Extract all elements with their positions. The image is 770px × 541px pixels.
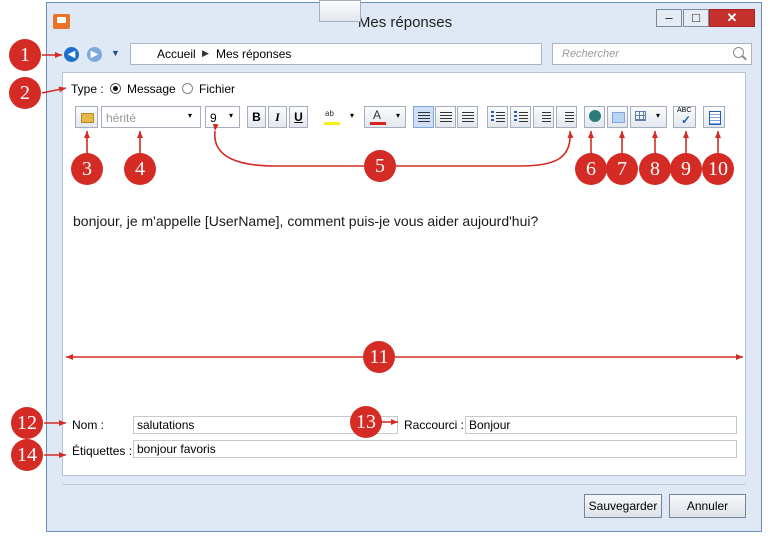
callout-6: 6 <box>575 153 607 185</box>
callout-14: 14 <box>11 439 43 471</box>
callout-2: 2 <box>9 77 41 109</box>
callout-9: 9 <box>670 153 702 185</box>
callout-5: 5 <box>364 150 396 182</box>
callout-8: 8 <box>639 153 671 185</box>
callout-arrows <box>41 52 743 458</box>
callout-5-left-brace <box>212 123 364 167</box>
callout-5-right-brace <box>396 130 574 167</box>
callout-10: 10 <box>702 153 734 185</box>
callout-7: 7 <box>606 153 638 185</box>
callout-1: 1 <box>9 39 41 71</box>
callout-3: 3 <box>71 153 103 185</box>
callout-2-arrow <box>41 86 67 94</box>
callout-4: 4 <box>124 153 156 185</box>
callout-13: 13 <box>350 406 382 438</box>
callout-12: 12 <box>11 407 43 439</box>
callout-11: 11 <box>363 341 395 373</box>
